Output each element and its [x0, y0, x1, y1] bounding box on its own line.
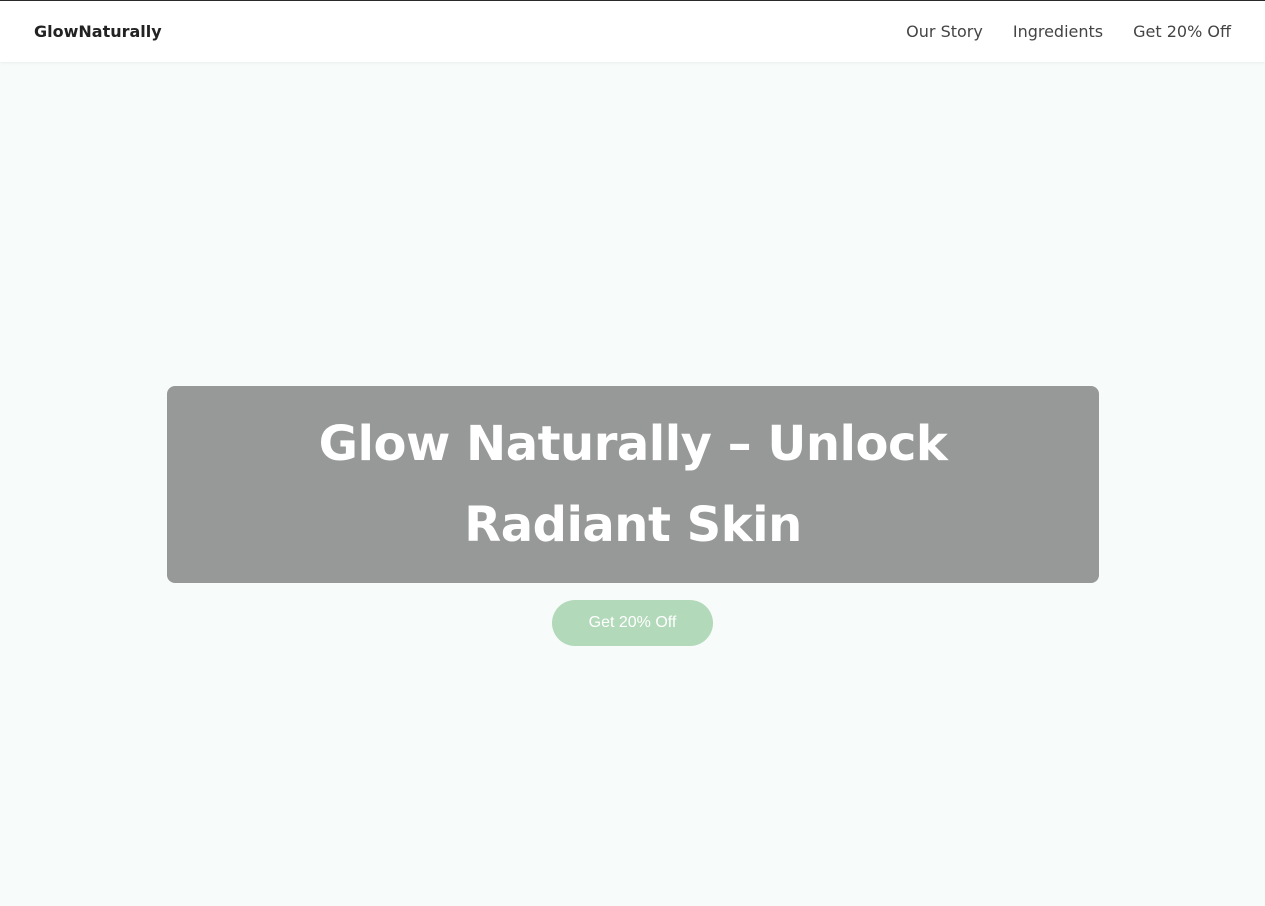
nav-link-get-20-off[interactable]: Get 20% Off — [1133, 22, 1231, 41]
hero-title: Glow Naturally – Unlock Radiant Skin — [318, 415, 948, 553]
site-header: GlowNaturally Our Story Ingredients Get … — [0, 0, 1265, 62]
main-nav: Our Story Ingredients Get 20% Off — [876, 22, 1231, 41]
hero-panel: Glow Naturally – Unlock Radiant Skin — [167, 386, 1099, 583]
nav-link-our-story[interactable]: Our Story — [906, 22, 983, 41]
brand-logo-link[interactable]: GlowNaturally — [34, 22, 162, 41]
get-discount-button[interactable]: Get 20% Off — [552, 600, 713, 646]
nav-link-ingredients[interactable]: Ingredients — [1013, 22, 1103, 41]
